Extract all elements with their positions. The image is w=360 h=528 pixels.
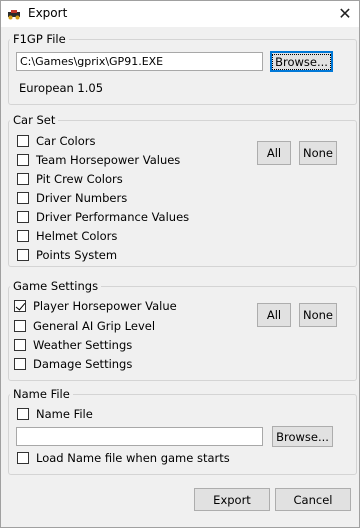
checkbox-box[interactable] — [17, 154, 29, 166]
game-none-button[interactable]: None — [299, 303, 337, 327]
checkbox-box[interactable] — [17, 135, 29, 147]
name-file-path-input[interactable] — [16, 427, 263, 446]
checkbox-name-file[interactable]: Name File — [17, 406, 93, 422]
car-set-legend: Car Set — [13, 113, 56, 127]
checkbox-box[interactable] — [17, 408, 29, 420]
checkbox-damage-settings[interactable]: Damage Settings — [14, 356, 132, 372]
checkbox-driver-numbers[interactable]: Driver Numbers — [17, 190, 127, 206]
checkbox-car-colors[interactable]: Car Colors — [17, 133, 95, 149]
export-button[interactable]: Export — [194, 488, 270, 511]
cancel-button[interactable]: Cancel — [275, 488, 351, 511]
checkbox-points-system[interactable]: Points System — [17, 247, 117, 263]
checkbox-box[interactable] — [14, 339, 26, 351]
name-file-browse-button[interactable]: Browse... — [272, 426, 333, 447]
checkbox-box[interactable] — [17, 192, 29, 204]
title-bar: Export ✕ — [1, 1, 359, 27]
game-all-button[interactable]: All — [257, 303, 291, 327]
carset-none-button[interactable]: None — [299, 141, 337, 165]
window-title: Export — [28, 6, 68, 20]
export-dialog: Export ✕ F1GP File C:\Games\gprix\GP91.E… — [0, 0, 360, 528]
checkbox-box[interactable] — [14, 358, 26, 370]
name-file-legend: Name File — [13, 387, 70, 401]
app-car-icon — [8, 10, 20, 20]
checkbox-box[interactable] — [14, 320, 26, 332]
close-icon: ✕ — [338, 4, 352, 23]
checkbox-ai-grip[interactable]: General AI Grip Level — [14, 318, 155, 334]
checkbox-pit-crew-colors[interactable]: Pit Crew Colors — [17, 171, 123, 187]
checkbox-box[interactable] — [17, 230, 29, 242]
checkbox-driver-performance[interactable]: Driver Performance Values — [17, 209, 189, 225]
checkbox-weather-settings[interactable]: Weather Settings — [14, 337, 132, 353]
checkbox-box[interactable] — [17, 211, 29, 223]
checkbox-box[interactable] — [14, 300, 26, 312]
carset-all-button[interactable]: All — [257, 141, 291, 165]
close-button[interactable]: ✕ — [331, 1, 359, 27]
f1gp-version-label: European 1.05 — [19, 81, 104, 95]
checkbox-helmet-colors[interactable]: Helmet Colors — [17, 228, 117, 244]
game-settings-legend: Game Settings — [13, 279, 99, 293]
checkbox-box[interactable] — [17, 173, 29, 185]
checkbox-load-name-file[interactable]: Load Name file when game starts — [17, 450, 230, 466]
f1gp-browse-button[interactable]: Browse... — [270, 51, 333, 72]
checkbox-team-horsepower[interactable]: Team Horsepower Values — [17, 152, 180, 168]
checkbox-box[interactable] — [17, 249, 29, 261]
checkbox-box[interactable] — [17, 452, 29, 464]
f1gp-file-legend: F1GP File — [13, 32, 66, 46]
f1gp-path-input[interactable]: C:\Games\gprix\GP91.EXE — [16, 52, 263, 71]
checkbox-player-horsepower[interactable]: Player Horsepower Value — [14, 298, 177, 314]
